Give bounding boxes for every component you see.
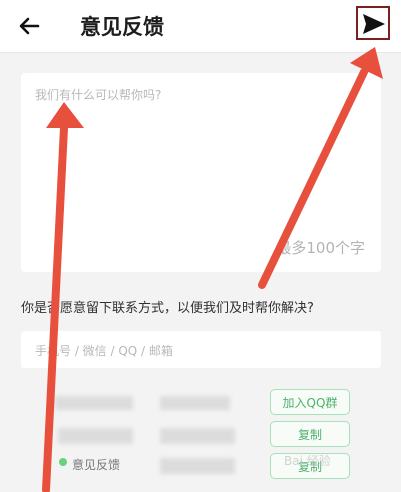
annotation-arrows bbox=[42, 47, 383, 492]
annotation-arrow bbox=[258, 47, 383, 289]
annotation-arrow bbox=[42, 102, 84, 492]
